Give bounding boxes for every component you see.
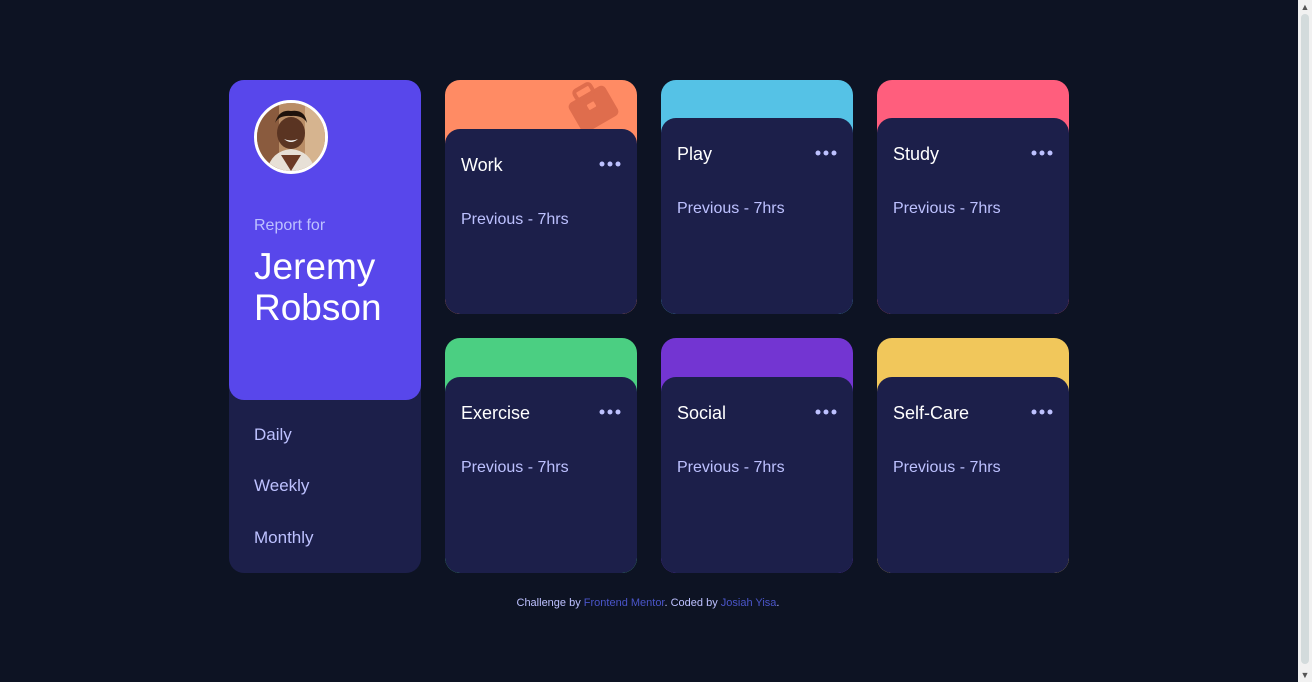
card-study-title: Study bbox=[893, 144, 940, 164]
card-work: Work Previous - 7hrs bbox=[445, 80, 637, 314]
period-daily[interactable]: Daily bbox=[254, 425, 292, 445]
card-play-previous: Previous - 7hrs bbox=[677, 200, 785, 217]
scroll-up-icon[interactable]: ▲ bbox=[1300, 2, 1310, 12]
card-exercise-title: Exercise bbox=[461, 403, 531, 423]
card-self-care-body: Self-Care Previous - 7hrs bbox=[877, 377, 1069, 573]
card-exercise-body: Exercise Previous - 7hrs bbox=[445, 377, 637, 573]
footer-coded-text: . Coded by bbox=[664, 597, 721, 609]
ellipsis-icon[interactable] bbox=[815, 144, 837, 162]
card-study-body: Study Previous - 7hrs bbox=[877, 118, 1069, 314]
report-for-label: Report for bbox=[254, 217, 326, 234]
card-exercise: Exercise Previous - 7hrs bbox=[445, 338, 637, 573]
user-first-name: Jeremy bbox=[254, 246, 376, 287]
avatar bbox=[254, 100, 328, 174]
card-self-care: Self-Care Previous - 7hrs bbox=[877, 338, 1069, 573]
ellipsis-icon[interactable] bbox=[815, 403, 837, 421]
profile-card: Report for Jeremy Robson Daily Weekly Mo… bbox=[229, 80, 421, 573]
attribution-footer: Challenge by Frontend Mentor. Coded by J… bbox=[0, 597, 1296, 609]
ellipsis-icon[interactable] bbox=[1031, 144, 1053, 162]
card-self-care-previous: Previous - 7hrs bbox=[893, 459, 1001, 476]
card-social-previous: Previous - 7hrs bbox=[677, 459, 785, 476]
author-link[interactable]: Josiah Yisa bbox=[721, 597, 777, 609]
card-study: Study Previous - 7hrs bbox=[877, 80, 1069, 314]
user-last-name: Robson bbox=[254, 287, 382, 328]
profile-header: Report for Jeremy Robson bbox=[229, 80, 421, 400]
ellipsis-icon[interactable] bbox=[599, 403, 621, 421]
card-work-title: Work bbox=[461, 155, 503, 175]
period-weekly[interactable]: Weekly bbox=[254, 476, 309, 496]
ellipsis-icon[interactable] bbox=[599, 155, 621, 173]
card-social: Social Previous - 7hrs bbox=[661, 338, 853, 573]
scroll-down-icon[interactable]: ▼ bbox=[1300, 670, 1310, 680]
period-monthly[interactable]: Monthly bbox=[254, 528, 314, 548]
card-self-care-title: Self-Care bbox=[893, 403, 970, 423]
card-work-body: Work Previous - 7hrs bbox=[445, 129, 637, 314]
footer-end-text: . bbox=[776, 597, 780, 609]
page: Report for Jeremy Robson Daily Weekly Mo… bbox=[0, 0, 1298, 682]
card-social-body: Social Previous - 7hrs bbox=[661, 377, 853, 573]
avatar-image bbox=[257, 103, 325, 171]
frontend-mentor-link[interactable]: Frontend Mentor bbox=[584, 597, 665, 609]
ellipsis-icon[interactable] bbox=[1031, 403, 1053, 421]
card-work-previous: Previous - 7hrs bbox=[461, 211, 569, 228]
card-play-title: Play bbox=[677, 144, 713, 164]
card-play: Play Previous - 7hrs bbox=[661, 80, 853, 314]
footer-challenge-text: Challenge by bbox=[516, 597, 584, 609]
card-social-title: Social bbox=[677, 403, 727, 423]
card-play-body: Play Previous - 7hrs bbox=[661, 118, 853, 314]
card-study-previous: Previous - 7hrs bbox=[893, 200, 1001, 217]
scrollbar-thumb[interactable] bbox=[1301, 14, 1309, 664]
vertical-scrollbar[interactable]: ▲ ▼ bbox=[1298, 0, 1312, 682]
card-exercise-previous: Previous - 7hrs bbox=[461, 459, 569, 476]
user-name: Jeremy Robson bbox=[254, 246, 414, 328]
